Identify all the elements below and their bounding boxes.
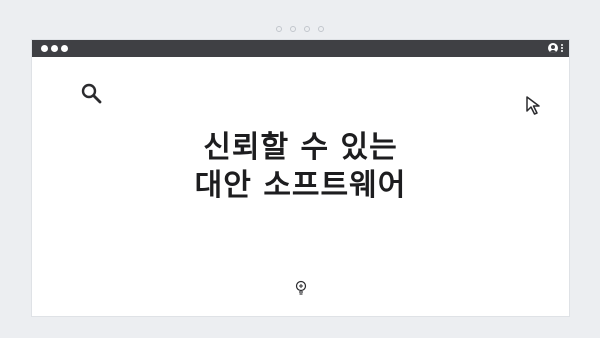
kebab-menu-icon[interactable] [561, 44, 563, 52]
pager-dot[interactable] [304, 26, 310, 32]
lightbulb-icon [295, 280, 307, 295]
browser-window: 신뢰할 수 있는 대안 소프트웨어 [32, 40, 569, 316]
heading-line-2: 대안 소프트웨어 [194, 168, 407, 203]
titlebar-actions [548, 43, 563, 53]
window-controls [41, 45, 68, 52]
slide-stage: 신뢰할 수 있는 대안 소프트웨어 [0, 0, 600, 338]
cursor-icon [526, 96, 540, 115]
window-control-dot[interactable] [61, 45, 68, 52]
pager-dot[interactable] [318, 26, 324, 32]
heading-line-1: 신뢰할 수 있는 [203, 130, 398, 165]
pager-dot[interactable] [276, 26, 282, 32]
pager-dot[interactable] [290, 26, 296, 32]
slide-heading: 신뢰할 수 있는 대안 소프트웨어 [32, 129, 569, 205]
window-titlebar [32, 40, 569, 57]
window-control-dot[interactable] [51, 45, 58, 52]
pager-dots [0, 26, 600, 32]
user-icon[interactable] [548, 43, 558, 53]
window-content: 신뢰할 수 있는 대안 소프트웨어 [32, 57, 569, 316]
window-control-dot[interactable] [41, 45, 48, 52]
search-icon [81, 83, 102, 104]
